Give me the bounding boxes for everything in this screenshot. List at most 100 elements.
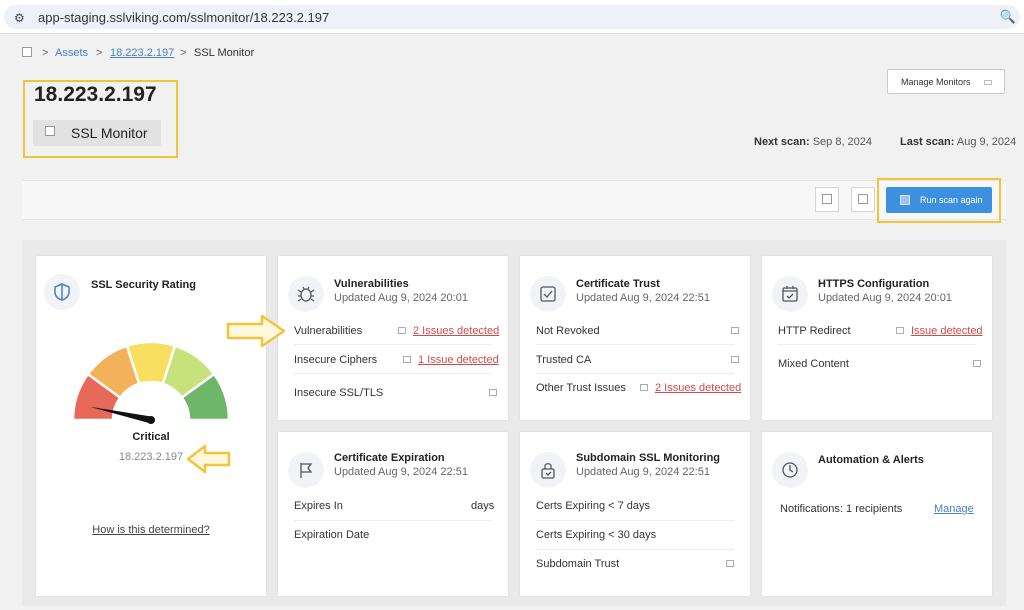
breadcrumb-ip[interactable]: 18.223.2.197 [110, 47, 174, 59]
row-label: Expiration Date [294, 529, 370, 541]
run-scan-label: Run scan again [920, 195, 983, 205]
monitor-icon [984, 80, 992, 85]
divider [536, 549, 734, 550]
security-gauge [71, 340, 231, 436]
status-icon [896, 327, 904, 334]
row-status[interactable]: Issue detected [911, 325, 983, 337]
subdomain-monitoring-card: Subdomain SSL Monitoring Updated Aug 9, … [520, 432, 750, 596]
breadcrumb-current: SSL Monitor [194, 47, 255, 59]
divider [778, 344, 976, 345]
clock-alert-icon [772, 452, 808, 488]
manage-monitors-label: Manage Monitors [901, 77, 971, 87]
divider [536, 373, 734, 374]
row-label: Mixed Content [778, 358, 849, 370]
bug-icon [288, 276, 324, 312]
last-scan-label: Last scan: [900, 136, 955, 148]
ssl-monitor-icon [45, 126, 55, 136]
card-updated: Updated Aug 9, 2024 22:51 [576, 292, 710, 304]
https-configuration-card: HTTPS Configuration Updated Aug 9, 2024 … [762, 256, 992, 420]
status-icon [403, 356, 411, 363]
card-title: Certificate Expiration [334, 452, 445, 464]
browser-window-icon [772, 276, 808, 312]
status-icon [731, 327, 739, 334]
divider [536, 520, 734, 521]
last-scan-value: Aug 9, 2024 [956, 136, 1017, 148]
home-icon[interactable] [22, 47, 32, 57]
status-icon [640, 384, 648, 391]
row-value: days [471, 500, 495, 512]
card-updated: Updated Aug 9, 2024 20:01 [818, 292, 952, 304]
breadcrumb-separator: > [96, 47, 103, 59]
card-title: SSL Security Rating [91, 279, 196, 291]
row-label: Insecure Ciphers [294, 354, 378, 366]
card-title: Subdomain SSL Monitoring [576, 452, 721, 464]
card-title: Automation & Alerts [818, 454, 924, 466]
page-title: 18.223.2.197 [34, 83, 157, 106]
card-updated: Updated Aug 9, 2024 22:51 [334, 466, 468, 478]
row-label: Vulnerabilities [294, 325, 363, 337]
row-status[interactable]: 1 Issue detected [418, 354, 499, 366]
gauge-needle-pivot [147, 416, 155, 424]
manage-link[interactable]: Manage [934, 503, 974, 515]
certificate-trust-card: Certificate Trust Updated Aug 9, 2024 22… [520, 256, 750, 420]
settings-button[interactable] [851, 187, 875, 212]
card-updated: Updated Aug 9, 2024 20:01 [334, 292, 468, 304]
export-button[interactable] [815, 187, 839, 212]
divider [294, 520, 492, 521]
gauge-hub [117, 386, 185, 436]
row-label: Expires In [294, 500, 343, 512]
address-field[interactable]: ⚙ app-staging.sslviking.com/sslmonitor/1… [4, 5, 1020, 29]
breadcrumb-assets[interactable]: Assets [55, 47, 88, 59]
annotation-arrow [226, 314, 286, 348]
automation-alerts-card: Automation & Alerts Notifications: 1 rec… [762, 432, 992, 596]
divider [294, 373, 492, 374]
breadcrumb-separator: > [42, 47, 49, 59]
certificate-expiration-card: Certificate Expiration Updated Aug 9, 20… [278, 432, 508, 596]
status-icon [489, 389, 497, 396]
shield-icon [44, 274, 80, 310]
notifications-text: Notifications: 1 recipients [780, 503, 903, 515]
row-label: Certs Expiring < 30 days [536, 529, 657, 541]
browser-url-bar: ⚙ app-staging.sslviking.com/sslmonitor/1… [0, 0, 1024, 34]
zoom-icon[interactable]: 🔍 [1000, 9, 1016, 25]
vulnerabilities-card: Vulnerabilities Updated Aug 9, 2024 20:0… [278, 256, 508, 420]
row-status[interactable]: 2 Issues detected [413, 325, 499, 337]
last-scan: Last scan: Aug 9, 2024 [900, 136, 1016, 148]
run-scan-button[interactable]: Run scan again [886, 187, 992, 213]
export-icon [822, 194, 832, 204]
status-icon [726, 560, 734, 567]
row-label: Not Revoked [536, 325, 600, 337]
monitor-type-label: SSL Monitor [71, 125, 148, 141]
certificate-check-icon [530, 276, 566, 312]
url-text[interactable]: app-staging.sslviking.com/sslmonitor/18.… [38, 10, 329, 25]
rating-grade: Critical [132, 431, 170, 443]
breadcrumb-separator: > [180, 47, 187, 59]
row-status[interactable]: 2 Issues detected [655, 382, 741, 394]
row-label: Subdomain Trust [536, 558, 620, 570]
flag-icon [288, 452, 324, 488]
site-settings-icon[interactable]: ⚙ [14, 11, 25, 25]
divider [536, 344, 734, 345]
how-determined-link[interactable]: How is this determined? [36, 524, 266, 536]
next-scan-label: Next scan: [754, 136, 810, 148]
card-title: HTTPS Configuration [818, 278, 930, 290]
row-label: Other Trust Issues [536, 382, 626, 394]
row-label: HTTP Redirect [778, 325, 851, 337]
card-updated: Updated Aug 9, 2024 22:51 [576, 466, 710, 478]
ssl-rating-card: SSL Security Rating Critical 18.223.2.19… [36, 256, 266, 596]
annotation-arrow [186, 444, 231, 474]
status-icon [731, 356, 739, 363]
divider [294, 344, 492, 345]
lock-icon [530, 452, 566, 488]
card-title: Certificate Trust [576, 278, 660, 290]
next-scan: Next scan: Sep 8, 2024 [754, 136, 872, 148]
row-label: Trusted CA [536, 354, 592, 366]
status-icon [398, 327, 406, 334]
row-label: Insecure SSL/TLS [294, 387, 384, 399]
row-label: Certs Expiring < 7 days [536, 500, 651, 512]
settings-icon [858, 194, 868, 204]
manage-monitors-button[interactable]: Manage Monitors [887, 69, 1005, 94]
card-title: Vulnerabilities [334, 278, 409, 290]
next-scan-value: Sep 8, 2024 [812, 136, 873, 148]
monitor-type-badge: SSL Monitor [33, 120, 161, 146]
